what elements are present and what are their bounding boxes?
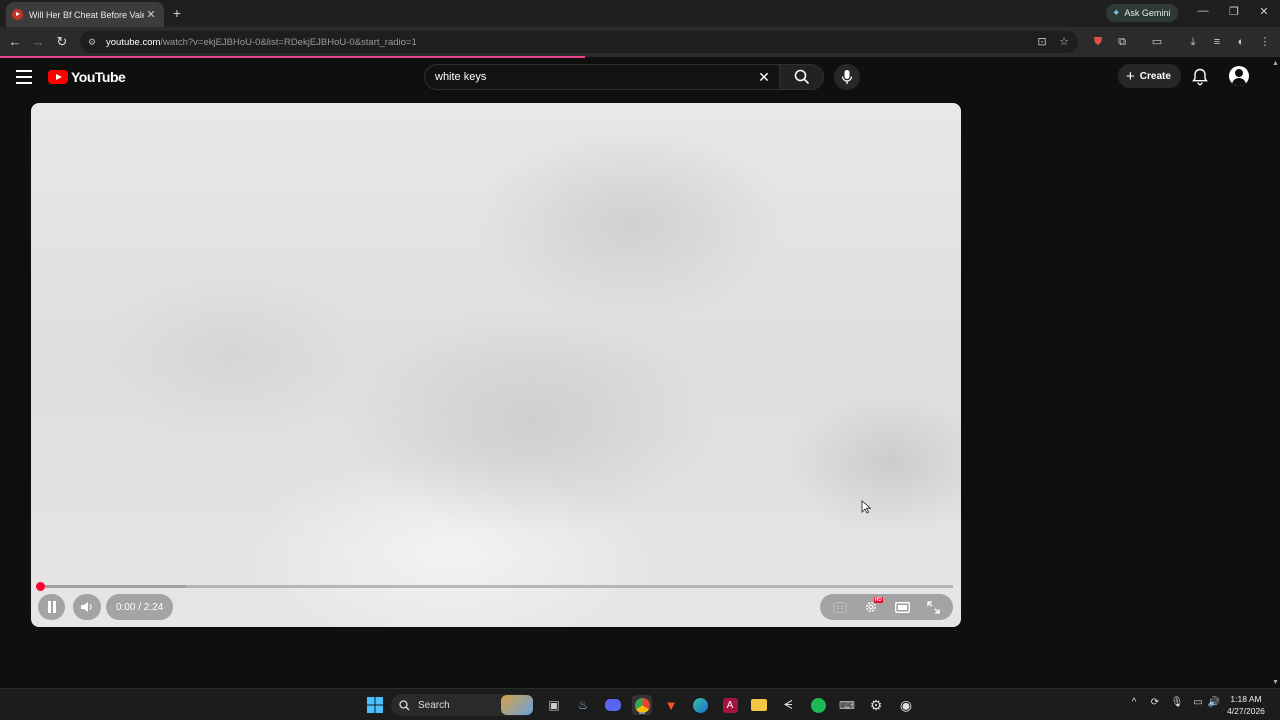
spotify-icon[interactable] [808, 695, 828, 715]
page-scrollbar[interactable]: ▲ ▼ [1270, 58, 1280, 688]
youtube-logo-text: YouTube [71, 69, 126, 85]
youtube-logo[interactable]: YouTube [48, 69, 126, 85]
search-box: ✕ [424, 64, 824, 90]
volume-icon [81, 602, 92, 612]
account-avatar[interactable] [1229, 66, 1249, 86]
extensions-puzzle-icon[interactable]: ⧉ [1114, 35, 1130, 49]
captions-icon [832, 601, 847, 613]
forward-icon[interactable]: → [29, 33, 47, 51]
video-player[interactable]: 0:00 / 2:24 HD [31, 103, 961, 627]
mic-tray-icon[interactable]: 🎙 [1169, 697, 1185, 708]
keyboard-app-icon[interactable]: ⌨ [837, 695, 857, 715]
plus-icon: + [1126, 67, 1135, 85]
create-button[interactable]: + Create [1118, 64, 1181, 88]
profile-icon[interactable]: ◐ [1233, 35, 1249, 49]
speaker-tray-icon[interactable]: 🔊 [1206, 697, 1222, 708]
browser-tab-strip: Will Her Bf Cheat Before Valentin ✕ + ✦ … [0, 0, 1280, 27]
clock-date: 4/27/2026 [1227, 706, 1265, 716]
captions-button[interactable] [830, 597, 850, 617]
pause-icon [47, 601, 56, 613]
taskbar-search-label: Search [418, 699, 450, 711]
theater-mode-button[interactable] [892, 597, 912, 617]
chrome-menu-icon[interactable]: ⋮ [1257, 35, 1273, 49]
new-tab-button[interactable]: + [170, 4, 184, 22]
ask-gemini-button[interactable]: ✦ Ask Gemini [1106, 4, 1179, 22]
search-highlight-image [501, 695, 533, 715]
media-control-icon[interactable]: ≡ [1209, 35, 1225, 49]
edge-icon[interactable] [690, 695, 710, 715]
search-button[interactable] [779, 65, 823, 89]
tab-title: Will Her Bf Cheat Before Valentin [29, 9, 144, 20]
time-text: 0:00 / 2:24 [116, 601, 164, 613]
buffered-bar [40, 585, 187, 588]
bookmark-star-icon[interactable]: ☆ [1057, 36, 1071, 48]
ask-gemini-label: Ask Gemini [1124, 8, 1171, 18]
reload-icon[interactable]: ↻ [53, 33, 71, 51]
window-close-icon[interactable]: ✕ [1257, 5, 1271, 18]
taskbar-search-icon [399, 699, 410, 710]
extension-shield-icon[interactable]: ⛊ [1090, 35, 1106, 49]
clear-search-icon[interactable]: ✕ [749, 69, 779, 86]
restore-icon[interactable]: ❐ [1227, 5, 1241, 18]
create-label: Create [1139, 70, 1171, 82]
affinity-icon[interactable]: A [720, 695, 740, 715]
gemini-sparkle-icon: ✦ [1112, 7, 1121, 19]
mute-button[interactable] [73, 594, 101, 620]
progress-bar[interactable] [36, 582, 953, 591]
steam-icon[interactable]: ♨ [573, 695, 593, 715]
menu-hamburger-icon[interactable] [16, 70, 32, 84]
windows-taskbar: Search ▣ ♨ ▼ A ᗕ ⌨ ⚙ ◉ ^ ⟳ 🎙 ▭ 🔊 1:18 AM… [0, 688, 1280, 720]
scroll-up-icon[interactable]: ▲ [1272, 60, 1279, 67]
right-controls: HD [820, 594, 953, 620]
notifications-bell-icon[interactable] [1192, 68, 1208, 86]
search-icon [794, 69, 809, 85]
tab-close-icon[interactable]: ✕ [144, 8, 158, 21]
minimize-icon[interactable]: — [1196, 5, 1210, 17]
taskbar-search[interactable]: Search [391, 694, 533, 716]
back-icon[interactable]: ← [6, 33, 24, 51]
start-button[interactable] [365, 695, 385, 715]
obs-icon[interactable]: ◉ [896, 695, 916, 715]
time-display: 0:00 / 2:24 [106, 594, 174, 620]
sync-tray-icon[interactable]: ⟳ [1147, 697, 1163, 708]
scroll-down-icon[interactable]: ▼ [1272, 679, 1279, 686]
chrome-running-indicator [639, 712, 645, 714]
theater-mode-icon [894, 601, 910, 613]
clock-time: 1:18 AM [1230, 694, 1262, 704]
site-info-icon[interactable]: ⚙ [88, 37, 98, 47]
app-c-icon[interactable]: ᗕ [778, 695, 798, 715]
system-clock[interactable]: 1:18 AM 4/27/2026 [1224, 693, 1268, 717]
voice-search-button[interactable] [834, 64, 860, 90]
file-explorer-icon[interactable] [749, 695, 769, 715]
tab-active[interactable]: Will Her Bf Cheat Before Valentin ✕ [6, 2, 164, 27]
display-tray-icon[interactable]: ▭ [1190, 697, 1206, 708]
brave-icon[interactable]: ▼ [661, 695, 681, 715]
microphone-icon [841, 70, 853, 84]
fullscreen-icon [927, 600, 940, 614]
hd-badge: HD [873, 597, 883, 603]
install-app-icon[interactable]: ⊡ [1035, 36, 1049, 48]
discord-icon[interactable] [603, 695, 623, 715]
settings-button[interactable]: HD [861, 597, 883, 617]
url-path: /watch?v=ekjEJBHoU-0&list=RDekjEJBHoU-0&… [160, 36, 417, 48]
url-host: youtube.com [106, 36, 161, 48]
search-input[interactable] [425, 65, 749, 89]
fullscreen-button[interactable] [923, 597, 943, 617]
settings-app-icon[interactable]: ⚙ [866, 695, 886, 715]
pause-button[interactable] [38, 594, 65, 620]
youtube-favicon-icon [12, 9, 23, 20]
scrubber-handle[interactable] [36, 582, 45, 591]
youtube-play-logo-icon [48, 70, 68, 84]
chrome-icon[interactable] [632, 695, 652, 715]
task-view-icon[interactable]: ▣ [544, 695, 564, 715]
cast-icon[interactable]: ▭ [1149, 35, 1165, 49]
windows-logo-icon [367, 697, 383, 713]
mouse-cursor-icon [861, 500, 871, 514]
youtube-header: YouTube ✕ + Create [0, 58, 1280, 98]
download-icon[interactable]: ⤓ [1185, 35, 1201, 49]
address-bar[interactable]: ⚙ youtube.com /watch?v=ekjEJBHoU-0&list=… [80, 31, 1078, 53]
tray-overflow-icon[interactable]: ^ [1126, 697, 1142, 708]
browser-toolbar: ← → ↻ ⚙ youtube.com /watch?v=ekjEJBHoU-0… [0, 27, 1280, 57]
